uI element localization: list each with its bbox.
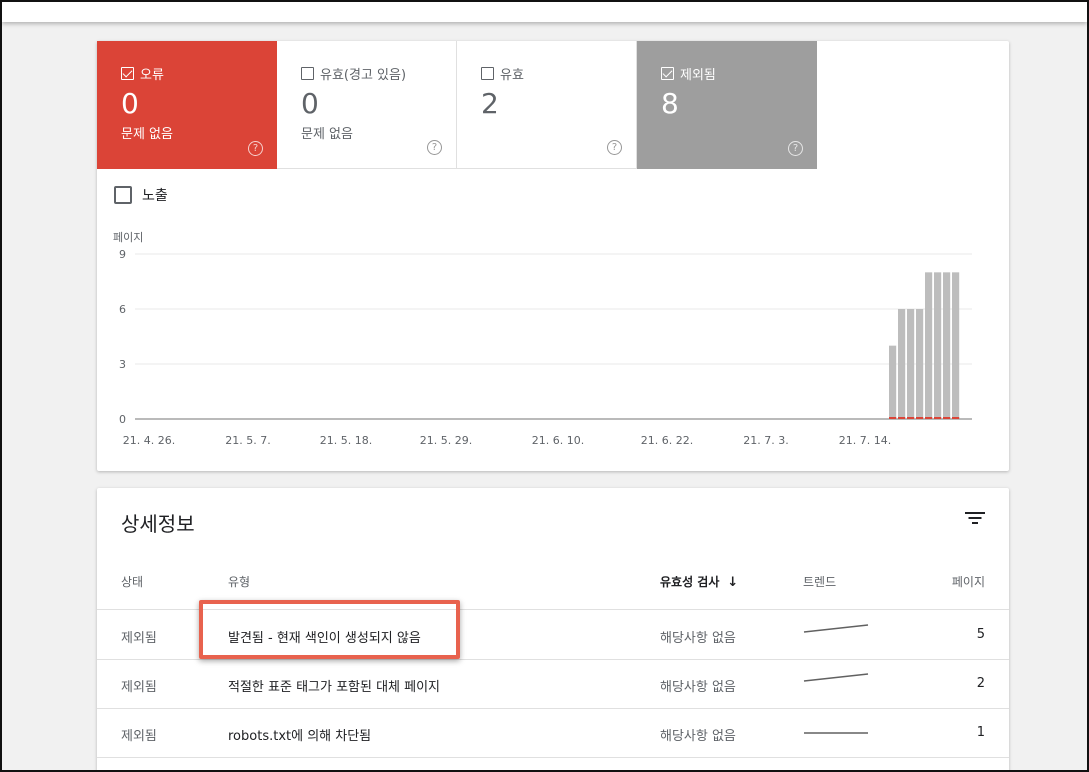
x-tick-label: 21. 5. 18. [320, 434, 372, 447]
y-tick-label: 3 [119, 358, 126, 371]
row-type: 적절한 표준 태그가 포함된 대체 페이지 [228, 680, 441, 695]
col-type[interactable]: 유형 [228, 573, 250, 590]
tile-subtitle: 문제 없음 [121, 127, 173, 142]
table-row[interactable]: 제외됨 robots.txt에 의해 차단됨 해당사항 없음 1 [97, 709, 1009, 758]
row-trend-sparkline [803, 719, 869, 749]
bar-excluded [916, 309, 924, 419]
col-trend: 트렌드 [803, 575, 837, 589]
row-status: 제외됨 [121, 631, 157, 646]
tile-count: 0 [121, 87, 139, 120]
row-type: 발견됨 - 현재 색인이 생성되지 않음 [228, 631, 421, 646]
x-tick-label: 21. 6. 10. [532, 434, 584, 447]
bar-excluded [952, 272, 960, 419]
checkbox-checked-icon[interactable] [661, 66, 674, 80]
help-icon[interactable]: ? [788, 141, 803, 156]
x-tick-label: 21. 7. 3. [743, 434, 788, 447]
y-tick-label: 0 [119, 413, 126, 426]
bar-excluded [889, 345, 897, 419]
tile-label: 유효(경고 있음) [320, 67, 407, 83]
tile-label: 오류 [140, 67, 164, 83]
bar-excluded [934, 272, 942, 419]
tile-count: 8 [661, 87, 679, 120]
checkbox-icon[interactable] [481, 66, 494, 80]
status-tiles: 오류 0 문제 없음 ? 유효(경고 있음) 0 문제 없음 ? 유효 2 ? … [97, 41, 817, 169]
tile-excluded[interactable]: 제외됨 8 ? [637, 41, 817, 169]
table-row[interactable]: 제외됨 발견됨 - 현재 색인이 생성되지 않음 해당사항 없음 5 [97, 611, 1009, 660]
row-pages: 1 [976, 725, 985, 740]
checkbox-checked-icon[interactable] [121, 66, 134, 80]
details-card: 상세정보 상태 유형 유효성 검사 ↓ 트렌드 페이지 제외됨 발견됨 - 현재 색… [97, 488, 1009, 772]
y-tick-label: 6 [119, 303, 126, 316]
x-tick-label: 21. 5. 29. [420, 434, 472, 447]
impressions-label: 노출 [142, 188, 168, 204]
bar-excluded [898, 309, 906, 419]
y-tick-label: 9 [119, 248, 126, 261]
row-status: 제외됨 [121, 680, 157, 695]
x-tick-label: 21. 6. 22. [641, 434, 693, 447]
arrow-down-icon: ↓ [727, 575, 739, 590]
checkbox-icon[interactable] [301, 66, 314, 80]
x-tick-label: 21. 4. 26. [123, 434, 175, 447]
coverage-chart: 0 3 6 9 21. 4. 26. 21. 5. 7. 21. 5. 18. 21. 5. … [119, 248, 972, 447]
help-icon[interactable]: ? [607, 140, 622, 155]
row-validation: 해당사항 없음 [660, 680, 736, 695]
col-status[interactable]: 상태 [121, 573, 143, 590]
tile-label: 제외됨 [680, 67, 716, 83]
table-header: 상태 유형 유효성 검사 ↓ 트렌드 페이지 [97, 560, 1009, 610]
tile-valid-with-warnings[interactable]: 유효(경고 있음) 0 문제 없음 ? [277, 41, 457, 169]
help-icon[interactable]: ? [248, 141, 263, 156]
bar-excluded [907, 309, 915, 419]
bar-error [934, 417, 942, 419]
bar-error [943, 417, 951, 419]
row-pages: 2 [976, 676, 985, 691]
x-tick-label: 21. 5. 7. [225, 434, 270, 447]
top-bar [2, 2, 1087, 22]
x-tick-label: 21. 7. 14. [839, 434, 891, 447]
bar-error [889, 417, 897, 419]
checkbox-icon[interactable] [114, 186, 132, 204]
row-pages: 5 [976, 627, 985, 642]
trend-line [803, 673, 869, 682]
col-validation-label: 유효성 검사 [660, 575, 720, 589]
row-trend-sparkline [803, 621, 869, 651]
col-pages[interactable]: 페이지 [952, 573, 985, 590]
row-type: robots.txt에 의해 차단됨 [228, 729, 372, 744]
table-row[interactable]: 제외됨 적절한 표준 태그가 포함된 대체 페이지 해당사항 없음 2 [97, 660, 1009, 709]
tile-valid[interactable]: 유효 2 ? [457, 41, 637, 169]
col-validation[interactable]: 유효성 검사 ↓ [660, 573, 738, 590]
row-status: 제외됨 [121, 729, 157, 744]
impressions-toggle[interactable]: 노출 [114, 185, 168, 205]
trend-line [803, 624, 869, 633]
row-validation: 해당사항 없음 [660, 729, 736, 744]
tile-count: 2 [481, 87, 499, 120]
row-validation: 해당사항 없음 [660, 631, 736, 646]
bar-error [907, 417, 915, 419]
bar-excluded [925, 272, 933, 419]
row-trend-sparkline [803, 670, 869, 700]
filter-icon[interactable] [965, 510, 985, 526]
bar-error [898, 417, 906, 419]
tile-error[interactable]: 오류 0 문제 없음 ? [97, 41, 277, 169]
details-title: 상세정보 [121, 512, 195, 536]
bar-error [916, 417, 924, 419]
bar-error [925, 417, 933, 419]
bar-error [952, 417, 960, 419]
bar-excluded [943, 272, 951, 419]
coverage-card: 오류 0 문제 없음 ? 유효(경고 있음) 0 문제 없음 ? 유효 2 ? … [97, 41, 1009, 471]
help-icon[interactable]: ? [427, 140, 442, 155]
tile-label: 유효 [500, 67, 524, 83]
tile-count: 0 [301, 87, 319, 120]
